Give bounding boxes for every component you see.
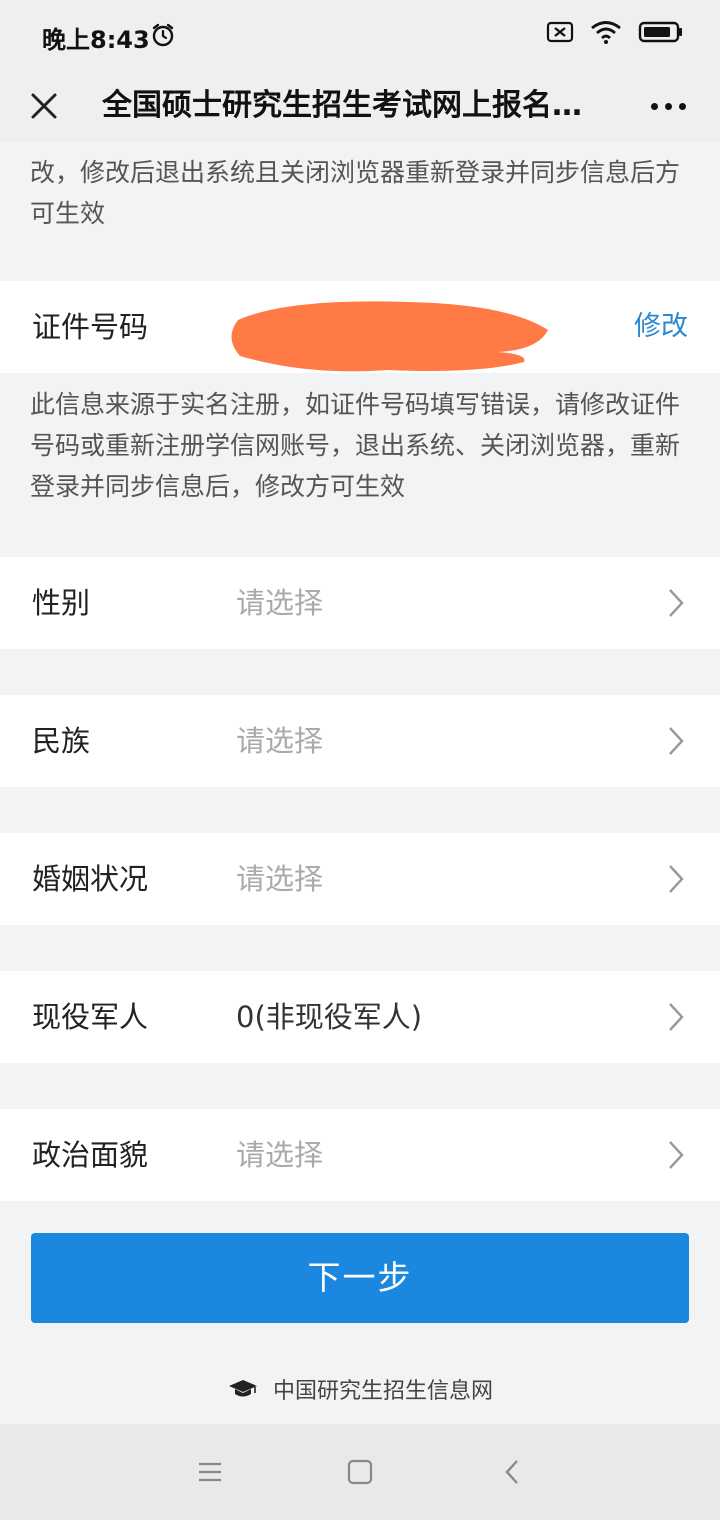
status-bar: 晚上8:43: [0, 0, 720, 70]
id-number-note: 此信息来源于实名注册，如证件号码填写错误，请修改证件号码或重新注册学信网账号，退…: [30, 390, 681, 501]
field-row-gender[interactable]: 性别 请选择: [0, 557, 720, 649]
chevron-right-icon: [669, 589, 684, 617]
more-options-button[interactable]: [642, 80, 694, 132]
row-label: 政治面貌: [32, 1138, 149, 1172]
chevron-right-icon: [669, 1141, 684, 1169]
row-value: 请选择: [236, 724, 324, 758]
field-row-active-military[interactable]: 现役军人 0(非现役军人): [0, 971, 720, 1063]
home-icon: [347, 1459, 373, 1485]
row-label: 证件号码: [32, 310, 149, 344]
wifi-icon: [590, 20, 622, 48]
row-label: 民族: [32, 724, 91, 758]
footer: 中国研究生招生信息网: [0, 1372, 720, 1406]
chevron-right-icon: [669, 865, 684, 893]
row-label: 婚姻状况: [32, 862, 149, 896]
footer-text: 中国研究生招生信息网: [272, 1379, 493, 1404]
home-button[interactable]: [338, 1452, 382, 1492]
dot-icon: [650, 102, 658, 110]
info-note: 改，修改后退出系统且关闭浏览器重新登录并同步信息后方可生效: [30, 158, 681, 228]
field-row-political-status[interactable]: 政治面貌 请选择: [0, 1109, 720, 1201]
close-icon: [31, 93, 57, 119]
chevron-right-icon: [669, 727, 684, 755]
status-time: 晚上8:43: [42, 26, 150, 54]
dot-icon: [678, 102, 686, 110]
battery-icon: [638, 20, 684, 48]
alarm-icon: [150, 22, 176, 52]
back-button[interactable]: [490, 1452, 534, 1492]
row-label: 现役军人: [32, 1000, 149, 1034]
row-label: 性别: [32, 586, 91, 620]
field-row-ethnicity[interactable]: 民族 请选择: [0, 695, 720, 787]
edit-id-button[interactable]: 修改: [634, 281, 688, 373]
row-value: 0(非现役军人): [236, 1000, 423, 1034]
title-bar: 全国硕士研究生招生考试网上报名…: [0, 70, 720, 142]
graduation-cap-icon: [228, 1380, 257, 1397]
page-title: 全国硕士研究生招生考试网上报名…: [102, 88, 582, 123]
next-step-button[interactable]: 下一步: [31, 1233, 689, 1323]
back-icon: [505, 1460, 518, 1484]
row-value: 请选择: [236, 586, 324, 620]
row-value: 请选择: [236, 1138, 324, 1172]
menu-button[interactable]: [188, 1452, 232, 1492]
redaction-mark: [231, 301, 548, 372]
chevron-right-icon: [669, 1003, 684, 1031]
system-nav-bar: [0, 1424, 720, 1520]
close-button[interactable]: [18, 80, 70, 132]
field-row-marital-status[interactable]: 婚姻状况 请选择: [0, 833, 720, 925]
row-value: 请选择: [236, 862, 324, 896]
dot-icon: [664, 102, 672, 110]
no-sim-icon: [546, 21, 574, 47]
menu-icon: [199, 1462, 221, 1482]
